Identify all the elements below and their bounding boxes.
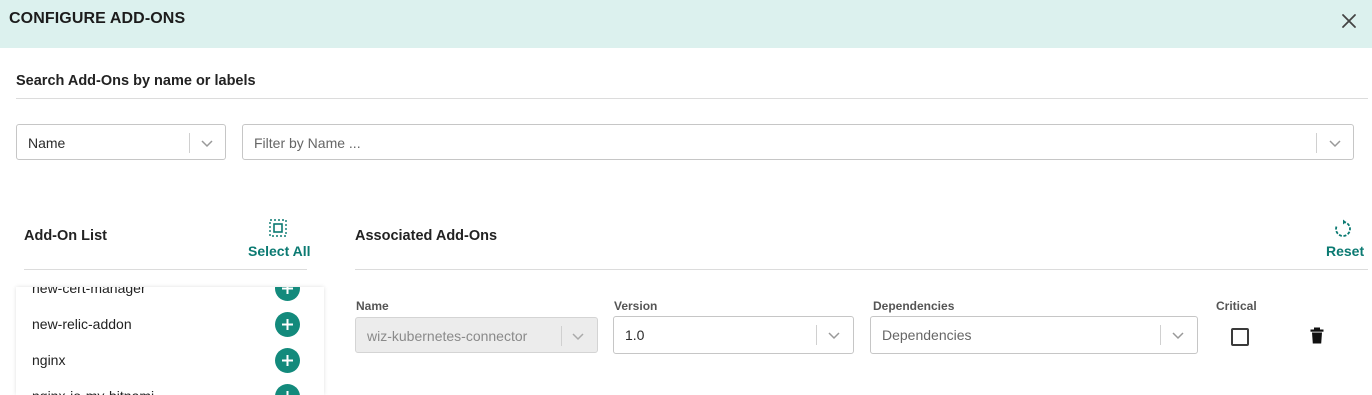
addon-list-heading: Add-On List [24,228,107,244]
plus-circle-icon [282,319,293,330]
divider [561,326,562,346]
dialog-title: CONFIGURE ADD-ONS [9,10,186,27]
divider [355,269,1368,270]
filter-name-select[interactable]: Filter by Name ... [242,124,1354,160]
select-all-icon [269,219,287,237]
critical-checkbox[interactable] [1231,328,1249,346]
search-heading: Search Add-Ons by name or labels [16,73,256,89]
delete-button[interactable] [1309,327,1325,345]
divider [816,325,817,345]
divider [189,133,190,153]
addon-label: new-relic-addon [32,316,132,332]
chevron-down-icon [1172,332,1184,340]
trash-icon [1310,327,1324,344]
filter-name-placeholder: Filter by Name ... [254,135,361,151]
select-all-button[interactable]: Select All [246,218,311,260]
addon-name-select: wiz-kubernetes-connector [355,317,598,353]
plus-circle-icon [282,287,293,294]
column-label-version: Version [614,299,658,313]
dependencies-select[interactable]: Dependencies [870,316,1198,354]
addon-name-value: wiz-kubernetes-connector [367,328,528,344]
addon-list[interactable]: new-cert-manager new-relic-addon nginx n… [16,287,324,395]
close-button[interactable] [1338,10,1360,32]
filter-type-value: Name [28,135,66,151]
reset-icon [1335,219,1351,237]
associated-heading: Associated Add-Ons [355,228,498,244]
reset-button[interactable]: Reset [1322,218,1366,260]
list-item: nginx [16,342,324,378]
plus-circle-icon [286,391,289,395]
addon-label: nginx [32,352,66,368]
chevron-down-icon [572,333,584,341]
plus-circle-icon [282,355,293,366]
divider [24,269,307,270]
dialog-header: CONFIGURE ADD-ONS [0,0,1372,48]
add-addon-button[interactable] [275,287,300,301]
add-addon-button[interactable] [275,312,300,337]
divider [1316,133,1317,153]
chevron-down-icon [201,140,213,148]
divider [1160,325,1161,345]
divider [16,98,1368,99]
version-select[interactable]: 1.0 [613,316,854,354]
add-addon-button[interactable] [275,384,300,395]
list-item: new-relic-addon [16,306,324,342]
add-addon-button[interactable] [275,348,300,373]
column-label-name: Name [356,299,389,313]
chevron-down-icon [828,332,840,340]
addon-label: new-cert-manager [32,287,146,296]
close-icon [1342,14,1356,28]
version-value: 1.0 [625,327,645,343]
column-label-critical: Critical [1216,299,1257,313]
select-all-label: Select All [248,243,311,259]
dependencies-placeholder: Dependencies [882,327,972,343]
filter-type-select[interactable]: Name [16,124,226,160]
list-item: nginx-io-my-bitnami [16,378,324,395]
chevron-down-icon [1329,140,1341,148]
list-item: new-cert-manager [16,287,324,306]
column-label-dependencies: Dependencies [873,299,955,313]
addon-label: nginx-io-my-bitnami [32,388,154,395]
reset-label: Reset [1326,243,1365,259]
